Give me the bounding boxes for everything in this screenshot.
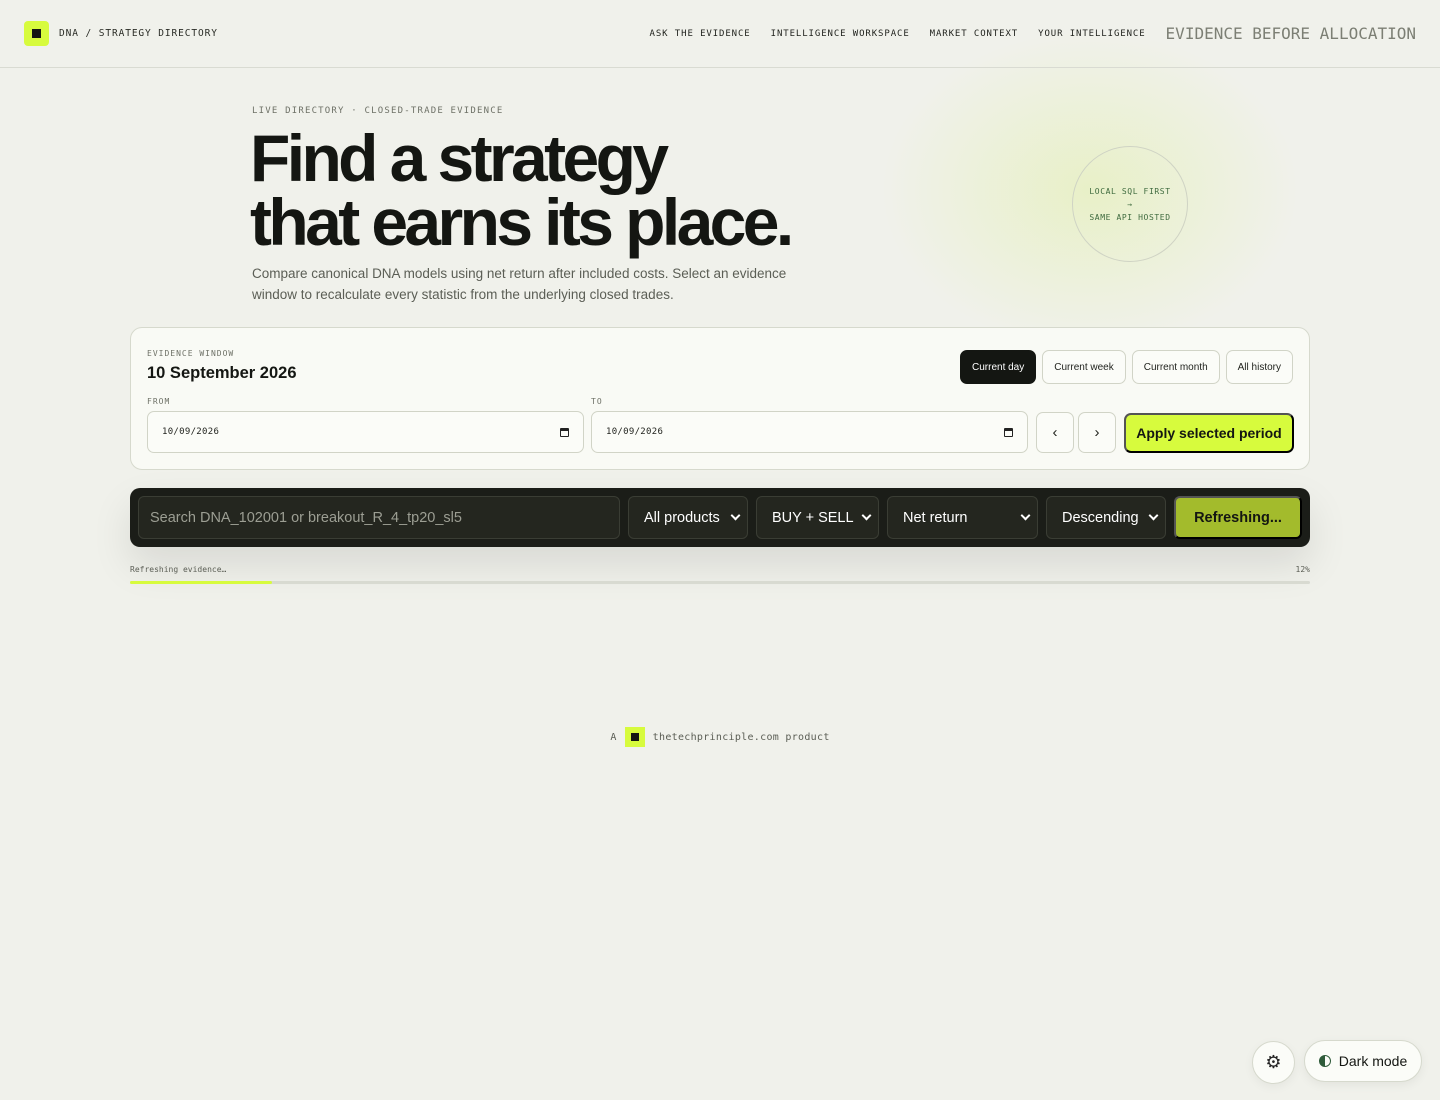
hero-description: Compare canonical DNA models using net r… [252,266,787,302]
footer-logo-icon [624,727,645,747]
credit-suffix[interactable]: thetechprinciple.com product [653,732,830,743]
nav-market-context[interactable]: MARKET CONTEXT [930,29,1018,39]
to-date-input[interactable]: 10/09/2026 [591,411,1028,453]
dark-mode-toggle[interactable]: Dark mode [1304,1040,1422,1082]
from-date-input[interactable]: 10/09/2026 [147,411,584,453]
page-title-line-1: Find a strategy [250,121,669,195]
badge-arrow-icon: → [1127,199,1133,209]
progress-bar-fill [130,581,272,584]
brand-title: DNA / STRATEGY DIRECTORY [59,28,218,39]
side-select[interactable]: BUY + SELL [756,496,879,539]
nav-tagline: EVIDENCE BEFORE ALLOCATION [1165,24,1416,43]
metric-select[interactable]: Net return [887,496,1038,539]
progress-label: Refreshing evidence… [130,565,227,574]
order-select-value: Descending [1062,509,1139,526]
top-navigation-bar: DNA / STRATEGY DIRECTORY ASK THE EVIDENC… [0,0,1440,68]
order-select[interactable]: Descending [1046,496,1166,539]
side-select-value: BUY + SELL [772,509,854,526]
evidence-window-value: 10 September 2026 [147,364,297,382]
badge-line-1: LOCAL SQL FIRST [1089,186,1171,196]
progress-percent: 12% [1295,565,1310,574]
credit-prefix: A [610,731,617,743]
period-tab-current-day[interactable]: Current day [960,350,1037,384]
progress-bar [130,581,1310,584]
main-nav: ASK THE EVIDENCE INTELLIGENCE WORKSPACE … [650,24,1416,43]
period-tab-all-history[interactable]: All history [1225,350,1293,384]
to-date-value: 10/09/2026 [606,427,664,437]
gear-icon: ⚙ [1265,1052,1282,1072]
search-input[interactable]: Search DNA_102001 or breakout_R_4_tp20_s… [138,496,620,539]
next-period-button[interactable]: › [1078,412,1116,453]
apply-period-button[interactable]: Apply selected period [1124,413,1294,453]
to-label: TO [591,397,603,406]
logo-icon [24,21,49,46]
previous-period-button[interactable]: ‹ [1036,412,1074,453]
calendar-icon[interactable] [1004,427,1013,437]
from-label: FROM [147,397,171,406]
hero-eyebrow: LIVE DIRECTORY · CLOSED-TRADE EVIDENCE [252,106,504,116]
footer-credit: A thetechprinciple.com product [0,727,1440,747]
nav-your-intelligence[interactable]: YOUR INTELLIGENCE [1038,29,1145,39]
period-tab-current-month[interactable]: Current month [1131,350,1220,384]
product-select[interactable]: All products [628,496,748,539]
evidence-window-card: EVIDENCE WINDOW 10 September 2026 Curren… [130,327,1310,470]
evidence-window-label: EVIDENCE WINDOW [147,349,235,358]
brand[interactable]: DNA / STRATEGY DIRECTORY [24,21,218,46]
refresh-button[interactable]: Refreshing... [1174,496,1302,539]
settings-button[interactable]: ⚙ [1252,1041,1295,1084]
from-date-value: 10/09/2026 [162,427,220,437]
chevron-down-icon [861,510,872,521]
page-title: Find a strategy that earns its place. [250,125,950,255]
metric-select-value: Net return [903,509,968,526]
contrast-icon [1318,1055,1331,1067]
period-tabs: Current day Current week Current month A… [960,350,1293,384]
chevron-down-icon [1148,510,1159,521]
hosting-badge: LOCAL SQL FIRST → SAME API HOSTED [1072,146,1188,262]
nav-intelligence-workspace[interactable]: INTELLIGENCE WORKSPACE [771,29,910,39]
chevron-down-icon [730,510,741,521]
filter-bar: Search DNA_102001 or breakout_R_4_tp20_s… [130,488,1310,547]
calendar-icon[interactable] [560,427,569,437]
badge-line-2: SAME API HOSTED [1089,212,1171,222]
period-tab-current-week[interactable]: Current week [1042,350,1126,384]
page-title-line-2: that earns its place. [250,185,794,259]
dark-mode-label: Dark mode [1338,1053,1408,1069]
product-select-value: All products [644,509,720,526]
chevron-down-icon [1020,510,1031,521]
nav-ask-the-evidence[interactable]: ASK THE EVIDENCE [650,29,751,39]
